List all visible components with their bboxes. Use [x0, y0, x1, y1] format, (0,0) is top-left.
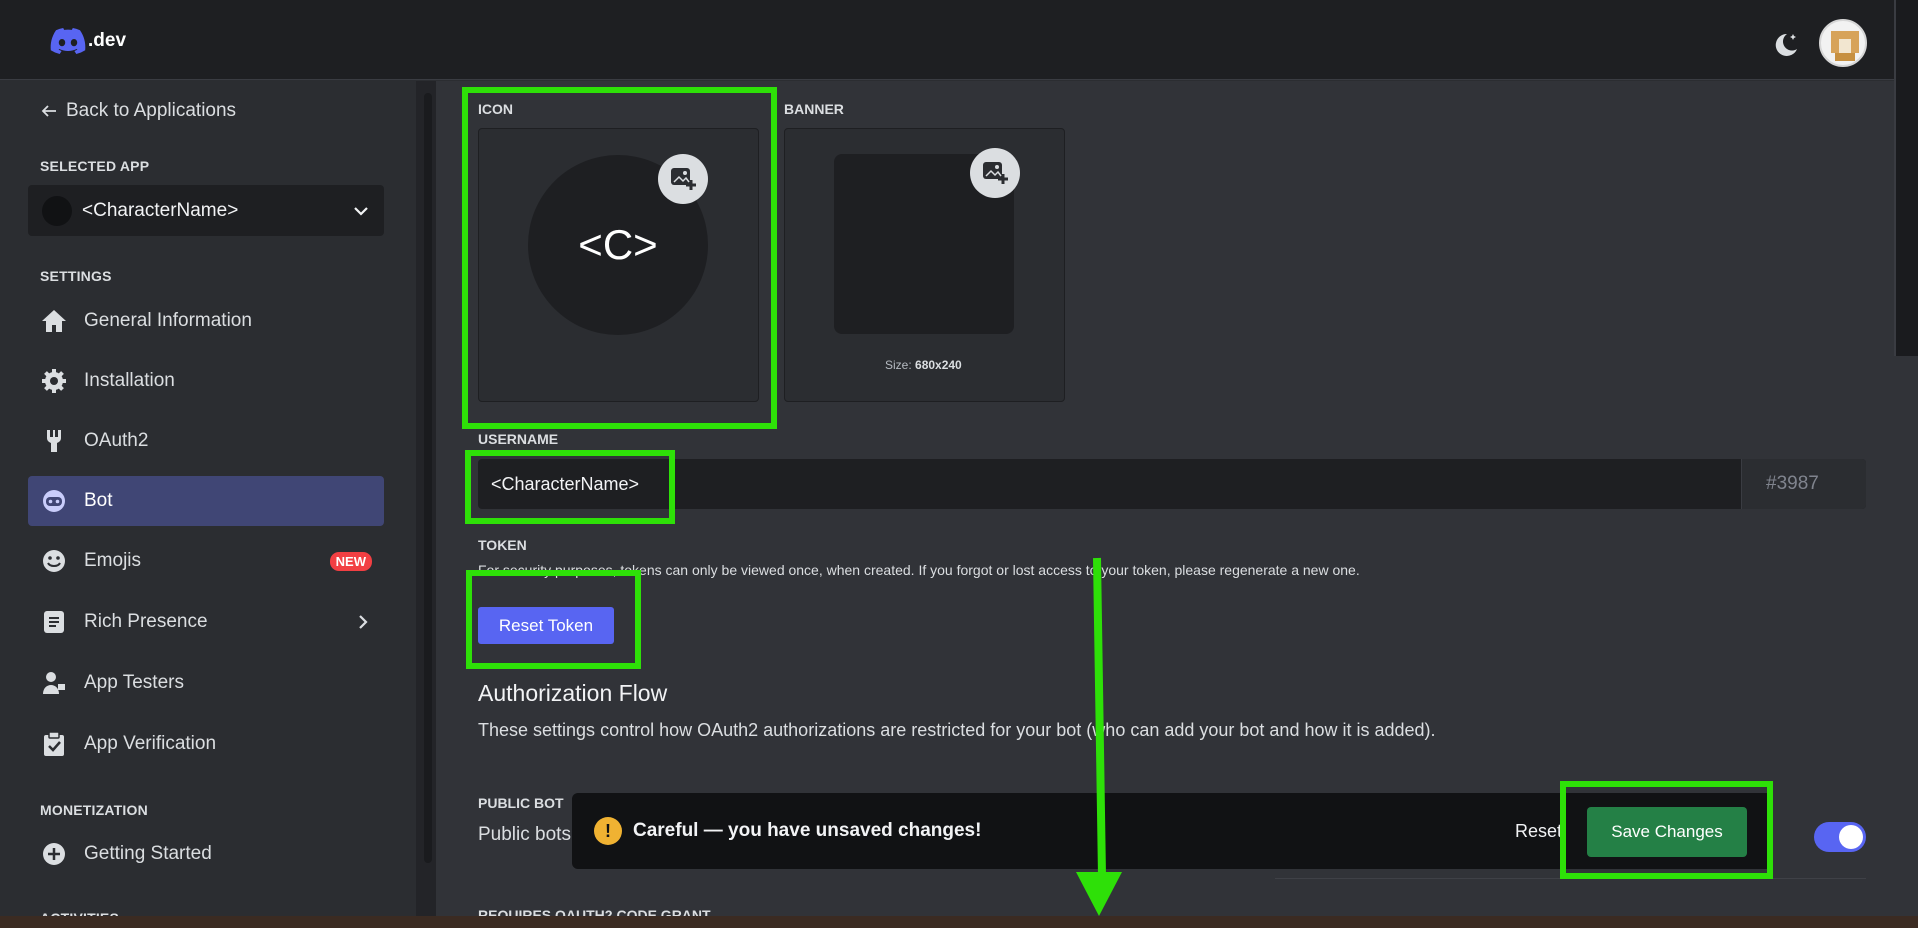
smile-icon	[40, 547, 68, 575]
sidebar-item-label: Rich Presence	[84, 611, 208, 632]
logo-text: .dev	[88, 30, 127, 51]
highlight-username-box	[465, 450, 675, 524]
banner-size-note: Size: 680x240	[885, 358, 962, 372]
moon-stars-icon[interactable]	[1770, 30, 1800, 60]
clipboard-check-icon	[40, 730, 68, 758]
sidebar-item-bot[interactable]: Bot	[28, 476, 384, 526]
sidebar-item-app-testers[interactable]: App Testers	[28, 658, 384, 708]
sidebar-item-rich-presence[interactable]: Rich Presence	[28, 597, 384, 647]
sidebar-item-label: Bot	[84, 490, 113, 511]
plus-circle-icon	[40, 840, 68, 868]
banner-size-value: 680x240	[915, 358, 962, 372]
warning-icon: !	[594, 817, 622, 845]
sidebar-scrollbar[interactable]	[416, 81, 436, 916]
gear-icon	[40, 367, 68, 395]
avatar-image	[1831, 31, 1859, 61]
app-avatar	[42, 195, 72, 226]
token-label: TOKEN	[478, 537, 527, 553]
sidebar-item-label: OAuth2	[84, 430, 149, 451]
right-edge-panel	[1894, 0, 1918, 356]
new-badge: NEW	[329, 551, 372, 571]
app-name: <CharacterName>	[82, 199, 239, 221]
chevron-down-icon	[354, 206, 368, 216]
banner-size-prefix: Size:	[885, 358, 916, 372]
monetization-heading: MONETIZATION	[40, 802, 148, 818]
sidebar-item-label: Getting Started	[84, 843, 212, 864]
highlight-icon-box	[462, 87, 777, 429]
top-bar: .dev	[0, 0, 1918, 80]
sidebar-item-app-verification[interactable]: App Verification	[28, 719, 384, 769]
scrollbar-thumb[interactable]	[424, 93, 432, 863]
annotation-arrow-head	[1076, 872, 1122, 916]
back-to-applications-link[interactable]: Back to Applications	[40, 100, 236, 122]
app-selector[interactable]: <CharacterName>	[28, 185, 384, 236]
public-bot-text: Public bots	[478, 824, 571, 845]
user-icon	[40, 669, 68, 697]
highlight-save-changes-box	[1560, 781, 1773, 879]
chevron-right-icon	[359, 615, 368, 629]
reset-button[interactable]: Reset	[1515, 821, 1562, 842]
back-label: Back to Applications	[66, 100, 237, 121]
sidebar-item-getting-started[interactable]: Getting Started	[28, 829, 384, 879]
sidebar-item-label: App Verification	[84, 733, 217, 754]
authorization-flow-description: These settings control how OAuth2 author…	[478, 720, 1436, 740]
sidebar-item-label: Emojis	[84, 550, 142, 571]
wrench-icon	[40, 427, 68, 455]
discord-icon	[50, 28, 86, 54]
arrow-left-icon	[41, 105, 56, 117]
public-bot-toggle[interactable]	[1814, 822, 1866, 852]
discriminator: #3987	[1741, 459, 1866, 509]
toggle-knob	[1839, 825, 1863, 849]
taskbar-strip	[0, 916, 1918, 928]
settings-heading: SETTINGS	[40, 268, 112, 284]
sidebar-item-label: General Information	[84, 310, 252, 331]
sidebar-item-installation[interactable]: Installation	[28, 356, 384, 406]
sidebar-item-emojis[interactable]: Emojis NEW	[28, 536, 384, 586]
selected-app-heading: SELECTED APP	[40, 158, 150, 174]
sidebar-item-label: App Testers	[84, 672, 184, 693]
sidebar-item-oauth2[interactable]: OAuth2	[28, 416, 384, 466]
home-icon	[40, 307, 68, 335]
banner-label: BANNER	[784, 101, 844, 117]
public-bot-label: PUBLIC BOT	[478, 795, 564, 811]
username-label: USERNAME	[478, 431, 559, 447]
sidebar-item-label: Installation	[84, 370, 175, 391]
username-input[interactable]	[478, 459, 1866, 509]
bot-icon	[40, 487, 68, 515]
discord-dev-logo[interactable]: .dev	[50, 28, 126, 54]
add-image-icon[interactable]	[970, 148, 1020, 198]
authorization-flow-title: Authorization Flow	[478, 680, 668, 706]
highlight-reset-token-box	[466, 570, 641, 669]
user-avatar[interactable]	[1819, 19, 1867, 67]
unsaved-changes-message: Careful — you have unsaved changes!	[633, 820, 982, 841]
sidebar-item-general-information[interactable]: General Information	[28, 296, 384, 346]
document-icon	[40, 608, 68, 636]
